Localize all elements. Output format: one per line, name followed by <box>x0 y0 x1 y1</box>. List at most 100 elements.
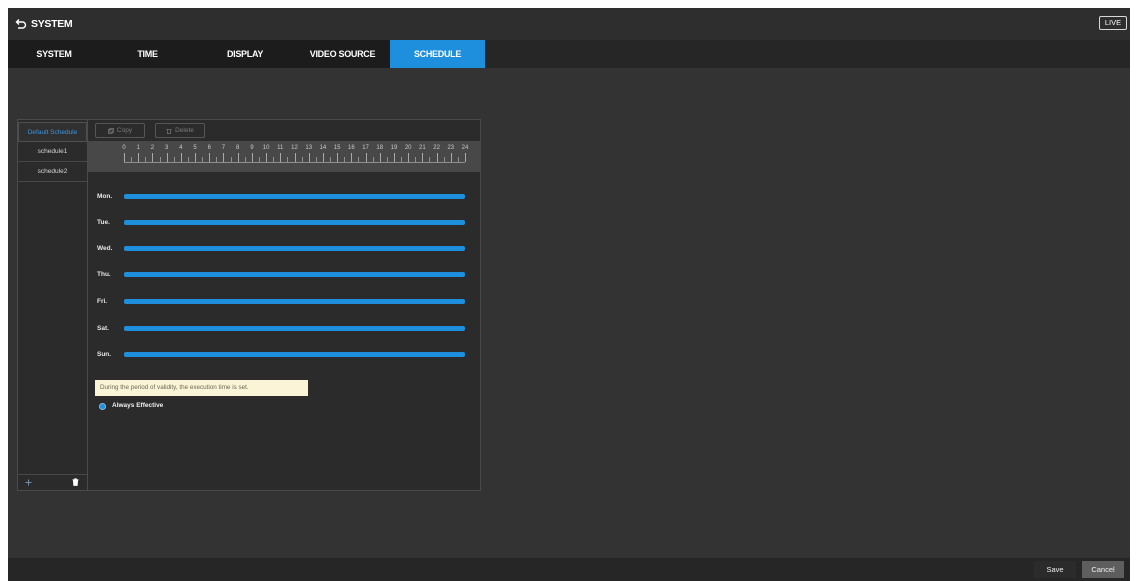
day-row-wed: Wed. <box>88 241 480 257</box>
half-hour-tick <box>244 157 246 162</box>
half-hour-tick <box>330 157 332 162</box>
copy-icon <box>107 127 114 134</box>
day-timeline-track[interactable] <box>124 299 465 305</box>
tab-display[interactable]: DISPLAY <box>195 40 295 68</box>
hour-label: 20 <box>404 145 412 151</box>
validity-note: During the period of validity, the execu… <box>95 380 308 396</box>
day-timeline-track[interactable] <box>124 220 465 226</box>
tab-bar: SYSTEM TIME DISPLAY VIDEO SOURCE SCHEDUL… <box>8 40 1130 68</box>
main-content: Default Schedule schedule1 schedule2 Cop… <box>8 68 1130 558</box>
hour-label: 21 <box>419 145 426 151</box>
save-button[interactable]: Save <box>1034 561 1076 578</box>
schedule-period-bar[interactable] <box>124 194 465 199</box>
schedule-period-bar[interactable] <box>124 272 465 277</box>
schedule-list-sidebar: Default Schedule schedule1 schedule2 <box>18 120 88 490</box>
half-hour-tick <box>273 157 275 162</box>
hour-tick <box>465 153 466 162</box>
day-timeline-track[interactable] <box>124 246 465 252</box>
system-settings-window: SYSTEM LIVE SYSTEM TIME DISPLAY VIDEO SO… <box>8 8 1130 581</box>
back-arrow-icon[interactable] <box>15 18 27 30</box>
hour-label: 15 <box>333 145 341 151</box>
half-hour-tick <box>401 157 403 162</box>
day-row-thu: Thu. <box>88 267 480 283</box>
always-effective-label: Always Effective <box>112 402 164 409</box>
day-label: Fri. <box>97 298 108 305</box>
schedule-period-bar[interactable] <box>124 220 465 225</box>
day-timeline-track[interactable] <box>124 352 465 358</box>
trash-icon[interactable] <box>72 478 79 486</box>
hour-tick <box>124 153 125 162</box>
half-hour-tick <box>287 157 289 162</box>
delete-button-label: Delete <box>175 127 194 134</box>
hour-tick <box>408 153 410 162</box>
live-button[interactable]: LIVE <box>1099 16 1127 30</box>
day-row-sun: Sun. <box>88 347 480 363</box>
half-hour-tick <box>216 157 218 162</box>
day-label: Wed. <box>97 245 113 252</box>
copy-button[interactable]: Copy <box>95 123 145 138</box>
day-label: Thu. <box>97 271 111 278</box>
trash-icon <box>166 128 172 134</box>
schedule-period-bar[interactable] <box>124 326 465 331</box>
tab-schedule[interactable]: SCHEDULE <box>390 40 485 68</box>
day-label: Sun. <box>97 351 112 358</box>
day-timeline-track[interactable] <box>124 326 465 332</box>
hour-tick <box>308 153 310 162</box>
day-row-mon: Mon. <box>88 189 480 205</box>
schedule-item-schedule1[interactable]: schedule1 <box>18 142 87 162</box>
tab-video-source[interactable]: VIDEO SOURCE <box>295 40 390 68</box>
hour-tick <box>251 153 253 162</box>
hour-tick <box>393 153 395 162</box>
hour-label: 0 <box>122 145 126 151</box>
hour-tick <box>180 153 182 162</box>
half-hour-tick <box>315 157 317 162</box>
delete-button[interactable]: Delete <box>155 123 205 138</box>
day-timeline-track[interactable] <box>124 194 465 200</box>
tab-time[interactable]: TIME <box>100 40 195 68</box>
day-label: Tue. <box>97 219 110 226</box>
hour-label: 11 <box>277 145 284 151</box>
cancel-button[interactable]: Cancel <box>1082 561 1124 578</box>
half-hour-tick <box>344 157 346 162</box>
radio-selected-icon[interactable] <box>99 402 106 410</box>
tab-system[interactable]: SYSTEM <box>8 40 100 68</box>
day-label: Sat. <box>97 325 109 332</box>
schedule-list-empty-area <box>18 182 87 475</box>
hour-label: 13 <box>305 145 313 151</box>
hour-tick <box>436 153 438 162</box>
hour-tick <box>209 153 211 162</box>
schedule-period-bar[interactable] <box>124 299 465 304</box>
half-hour-tick <box>202 157 204 162</box>
schedule-item-schedule2[interactable]: schedule2 <box>18 162 87 182</box>
hour-label: 6 <box>207 145 211 151</box>
schedule-item-default[interactable]: Default Schedule <box>18 122 87 142</box>
half-hour-tick <box>372 157 374 162</box>
hour-label: 10 <box>262 145 270 151</box>
schedule-period-bar[interactable] <box>124 352 465 357</box>
schedule-grid: Copy Delete 0 1 2 3 4 5 6 7 8 9 10 11 12 13 14 15 16 17 18… <box>88 120 480 490</box>
hour-label: 19 <box>390 145 398 151</box>
window-title: SYSTEM <box>31 18 73 30</box>
hour-tick <box>337 153 339 162</box>
half-hour-tick <box>230 157 232 162</box>
hour-tick <box>280 153 282 162</box>
plus-icon[interactable] <box>25 479 32 486</box>
schedule-period-bar[interactable] <box>124 246 465 251</box>
hour-tick <box>294 153 296 162</box>
hour-label: 18 <box>376 145 384 151</box>
hour-tick <box>365 153 367 162</box>
half-hour-tick <box>131 157 133 162</box>
half-hour-tick <box>443 157 445 162</box>
day-label: Mon. <box>97 193 113 200</box>
hour-label: 7 <box>221 145 226 151</box>
day-row-fri: Fri. <box>88 294 480 310</box>
hour-tick <box>195 153 197 162</box>
half-hour-tick <box>358 157 360 162</box>
day-timeline-track[interactable] <box>124 272 465 278</box>
schedule-list-footer <box>18 475 87 490</box>
always-effective-radio[interactable]: Always Effective <box>99 400 163 412</box>
hour-label: 16 <box>347 145 355 151</box>
hour-label: 8 <box>235 145 240 151</box>
half-hour-tick <box>457 157 459 162</box>
hour-tick <box>152 153 154 162</box>
